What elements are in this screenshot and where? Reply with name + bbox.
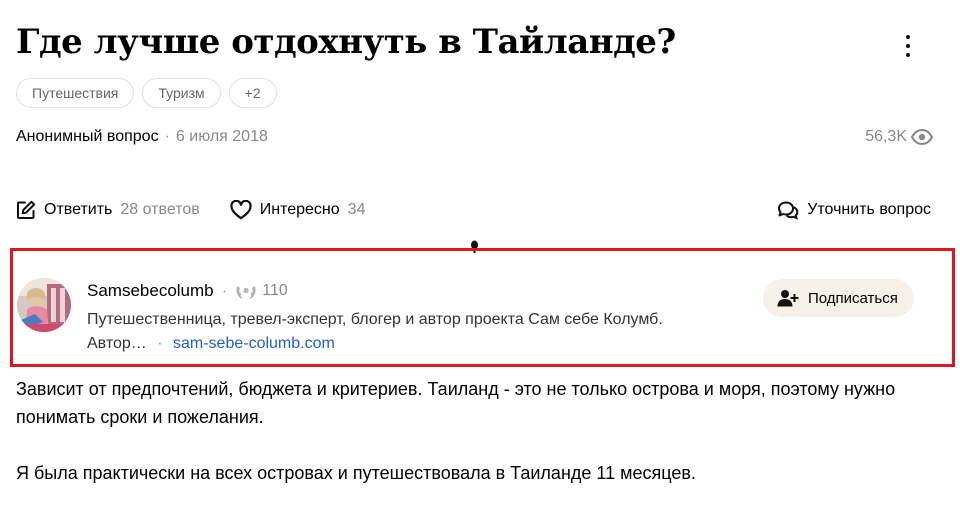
views-count: 56,3K <box>865 128 907 145</box>
interesting-label: Интересно <box>259 201 340 218</box>
question-actions: Ответить 28 ответов Интересно 34 Уточнит… <box>16 198 931 222</box>
question-meta: Анонимный вопрос · 6 июля 2018 <box>16 128 268 146</box>
interesting-button[interactable]: Интересно 34 <box>230 200 366 220</box>
name-separator: · <box>221 281 228 300</box>
question-date: 6 июля 2018 <box>175 128 268 145</box>
more-vertical-icon[interactable] <box>898 32 918 60</box>
heart-icon <box>230 200 252 220</box>
author-extra-row: Автор… · sam-sebe-columb.com <box>87 335 335 353</box>
answer-author-card: Samsebecolumb · 110 Путешественница, тре… <box>10 248 955 367</box>
answers-count: 28 ответов <box>120 201 200 218</box>
clarify-question-button[interactable]: Уточнить вопрос <box>777 200 931 220</box>
laurel-icon <box>236 286 256 299</box>
eye-icon <box>911 129 933 145</box>
question-title: Где лучше отдохнуть в Тайланде? <box>16 22 676 62</box>
author-name: Samsebecolumb <box>87 281 214 300</box>
link-separator: · <box>157 335 163 352</box>
answer-paragraph: Я была практически на всех островах и пу… <box>16 463 696 483</box>
clarify-label: Уточнить вопрос <box>807 201 931 218</box>
author-website-link[interactable]: sam-sebe-columb.com <box>173 335 335 352</box>
author-score: 110 <box>262 282 288 299</box>
chat-question-icon <box>778 201 799 220</box>
answer-button[interactable]: Ответить 28 ответов <box>16 200 200 220</box>
author-bio: Путешественница, тревел-эксперт, блогер … <box>87 311 663 328</box>
answer-label: Ответить <box>44 201 113 218</box>
meta-separator: · <box>164 128 170 145</box>
subscribe-label: Подписаться <box>808 289 898 307</box>
avatar-image <box>17 278 71 332</box>
subscribe-button[interactable]: Подписаться <box>763 279 914 317</box>
add-user-icon <box>777 290 799 307</box>
tag-list: Путешествия Туризм +2 <box>16 78 277 108</box>
author-name-row[interactable]: Samsebecolumb · 110 <box>87 281 288 301</box>
views-counter: 56,3K <box>865 128 933 146</box>
question-author: Анонимный вопрос <box>16 128 159 145</box>
tag-travel[interactable]: Путешествия <box>16 78 135 108</box>
tag-tourism[interactable]: Туризм <box>142 78 221 108</box>
interesting-count: 34 <box>347 201 366 218</box>
tag-more[interactable]: +2 <box>228 78 277 108</box>
answer-body: Зависит от предпочтений, бюджета и крите… <box>16 375 946 487</box>
avatar[interactable] <box>17 278 71 332</box>
answer-paragraph: Зависит от предпочтений, бюджета и крите… <box>16 379 896 427</box>
author-bio-more[interactable]: Автор… <box>87 335 147 352</box>
edit-icon <box>17 200 36 219</box>
